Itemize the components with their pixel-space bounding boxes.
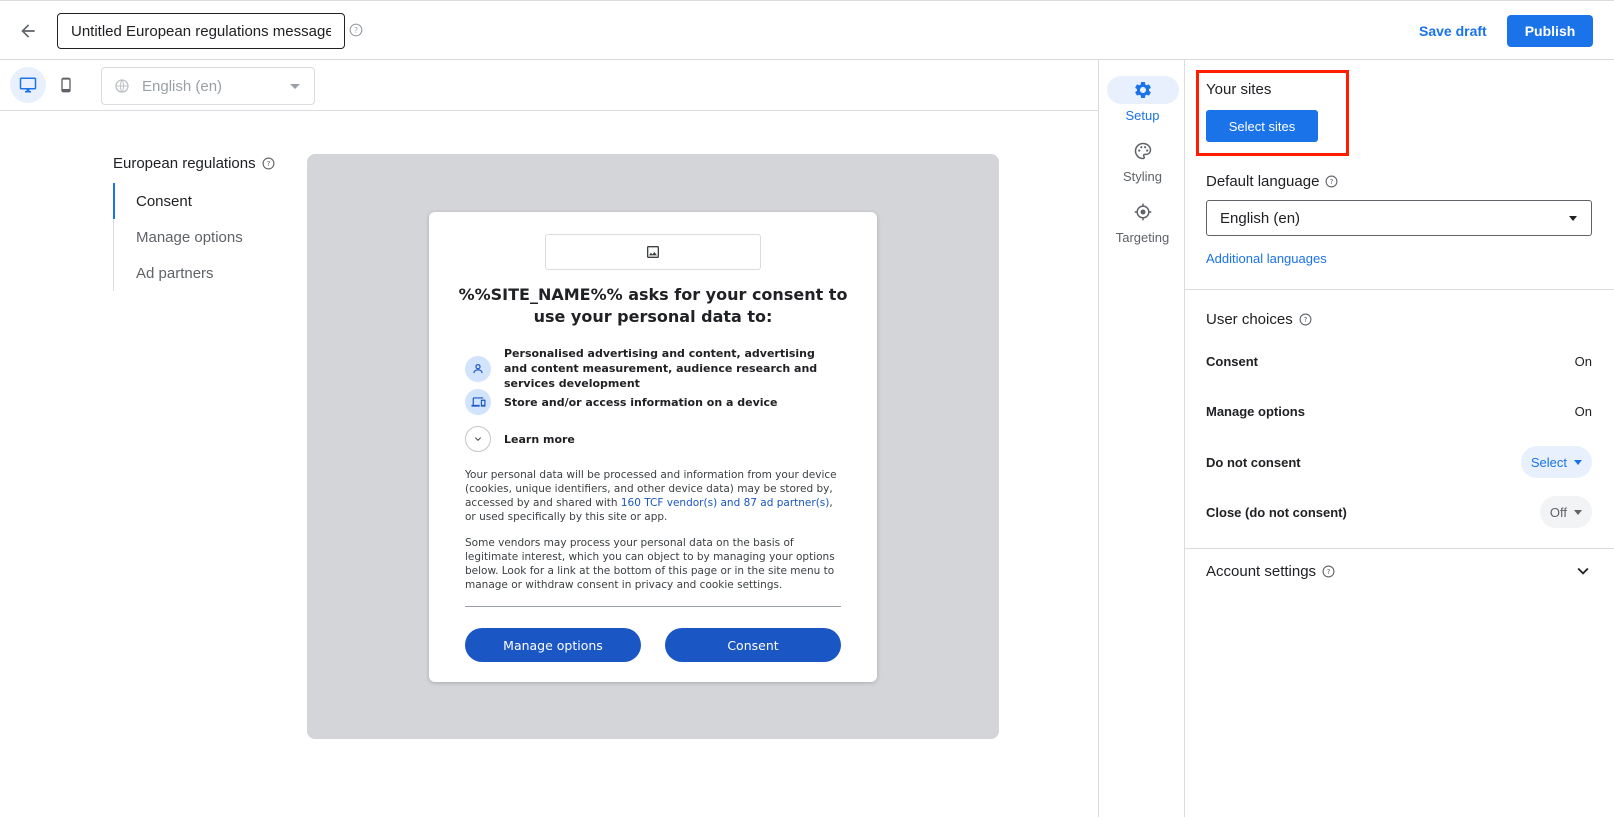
preview-language-select[interactable]: English (en) bbox=[101, 67, 315, 105]
purpose-text: Store and/or access information on a dev… bbox=[504, 395, 778, 409]
top-bar: ? Save draft Publish bbox=[0, 0, 1614, 60]
choice-label: Consent bbox=[1206, 353, 1258, 369]
default-language-title: Default language ? bbox=[1206, 173, 1338, 190]
left-nav-item-manage-options[interactable]: Manage options bbox=[114, 219, 293, 255]
choice-value: Off bbox=[1549, 504, 1567, 520]
learn-more-toggle[interactable]: Learn more bbox=[465, 426, 834, 452]
choice-row-manage-options: Manage options On bbox=[1206, 395, 1592, 427]
choice-value: Select bbox=[1530, 454, 1567, 470]
preview-language-value: English (en) bbox=[142, 77, 223, 95]
save-draft-button[interactable]: Save draft bbox=[1405, 15, 1501, 47]
purpose-item: Store and/or access information on a dev… bbox=[465, 389, 834, 415]
preview-toolbar: English (en) bbox=[0, 60, 1098, 111]
left-nav: Consent Manage options Ad partners bbox=[113, 183, 293, 291]
left-nav-item-consent[interactable]: Consent bbox=[113, 183, 293, 219]
choice-row-consent: Consent On bbox=[1206, 345, 1592, 377]
mobile-preview-button[interactable] bbox=[48, 67, 84, 103]
rail-item-label: Styling bbox=[1122, 169, 1163, 184]
divider bbox=[465, 606, 841, 607]
rail-item-setup[interactable]: Setup bbox=[1099, 76, 1186, 123]
rail-item-label: Targeting bbox=[1115, 230, 1170, 245]
target-icon bbox=[1107, 198, 1179, 226]
choice-value: On bbox=[1574, 353, 1592, 369]
message-title-input[interactable] bbox=[57, 13, 345, 49]
learn-more-text: Learn more bbox=[504, 432, 575, 446]
rail-item-label: Setup bbox=[1125, 108, 1160, 123]
help-icon[interactable]: ? bbox=[349, 23, 363, 42]
mobile-icon bbox=[61, 77, 71, 93]
rail-item-styling[interactable]: Styling bbox=[1099, 137, 1186, 184]
user-choices-title-text: User choices bbox=[1206, 311, 1293, 328]
help-icon[interactable]: ? bbox=[1322, 565, 1335, 578]
svg-text:?: ? bbox=[1303, 315, 1307, 324]
default-language-value: English (en) bbox=[1220, 209, 1301, 227]
person-icon bbox=[465, 355, 491, 382]
choice-label: Do not consent bbox=[1206, 454, 1301, 470]
choice-value: On bbox=[1574, 403, 1592, 419]
choice-label: Close (do not consent) bbox=[1206, 504, 1347, 520]
purpose-item: Personalised advertising and content, ad… bbox=[465, 346, 834, 391]
globe-icon bbox=[115, 79, 129, 93]
choice-row-close: Close (do not consent) Off bbox=[1206, 496, 1592, 528]
dialog-paragraph: Your personal data will be processed and… bbox=[465, 468, 841, 524]
consent-dialog: %%SITE_NAME%% asks for your consent to u… bbox=[429, 212, 877, 682]
purpose-text: Personalised advertising and content, ad… bbox=[504, 347, 818, 390]
chevron-down-icon[interactable] bbox=[1572, 560, 1594, 587]
select-sites-button[interactable]: Select sites bbox=[1206, 110, 1318, 142]
desktop-icon bbox=[19, 77, 37, 93]
your-sites-title: Your sites bbox=[1206, 81, 1272, 98]
gear-icon bbox=[1106, 76, 1179, 104]
chevron-down-icon bbox=[1574, 509, 1582, 515]
settings-panel: Your sites Select sites Default language… bbox=[1185, 60, 1614, 817]
dialog-heading: %%SITE_NAME%% asks for your consent to u… bbox=[458, 285, 848, 326]
help-icon[interactable]: ? bbox=[1299, 313, 1312, 326]
default-language-title-text: Default language bbox=[1206, 173, 1320, 190]
svg-text:?: ? bbox=[354, 26, 358, 35]
publish-button[interactable]: Publish bbox=[1507, 15, 1593, 47]
vendors-link[interactable]: 160 TCF vendor(s) and 87 ad partner(s) bbox=[621, 497, 829, 509]
rail-item-targeting[interactable]: Targeting bbox=[1099, 198, 1186, 245]
default-language-select[interactable]: English (en) bbox=[1206, 200, 1592, 236]
left-nav-item-ad-partners[interactable]: Ad partners bbox=[114, 255, 293, 291]
choice-row-do-not-consent: Do not consent Select bbox=[1206, 446, 1592, 478]
devices-icon bbox=[465, 389, 491, 415]
left-nav-title: European regulations ? bbox=[113, 155, 275, 172]
help-icon[interactable]: ? bbox=[1325, 175, 1338, 188]
palette-icon bbox=[1107, 137, 1179, 165]
do-not-consent-select[interactable]: Select bbox=[1520, 446, 1592, 478]
svg-text:?: ? bbox=[266, 159, 270, 168]
svg-text:?: ? bbox=[1327, 567, 1331, 576]
desktop-preview-button[interactable] bbox=[10, 67, 46, 103]
divider bbox=[1185, 289, 1614, 290]
divider bbox=[1185, 548, 1614, 549]
account-settings-title-text: Account settings bbox=[1206, 563, 1317, 580]
site-logo-placeholder bbox=[545, 234, 761, 270]
chevron-down-icon bbox=[290, 84, 300, 89]
chevron-down-icon bbox=[1569, 216, 1577, 221]
dialog-paragraph: Some vendors may process your personal d… bbox=[465, 537, 835, 591]
svg-text:?: ? bbox=[1330, 177, 1334, 186]
additional-languages-link[interactable]: Additional languages bbox=[1206, 251, 1327, 266]
user-choices-title: User choices ? bbox=[1206, 311, 1312, 328]
back-arrow-icon[interactable] bbox=[14, 17, 42, 45]
image-icon bbox=[647, 246, 659, 258]
account-settings-title[interactable]: Account settings ? bbox=[1206, 563, 1335, 580]
left-nav-title-text: European regulations bbox=[113, 155, 256, 172]
consent-button[interactable]: Consent bbox=[665, 628, 841, 662]
help-icon[interactable]: ? bbox=[262, 157, 275, 170]
chevron-down-icon bbox=[1574, 459, 1582, 465]
chevron-down-icon bbox=[465, 426, 491, 452]
side-rail: Setup Styling Targeting bbox=[1098, 60, 1185, 817]
close-option-select[interactable]: Off bbox=[1539, 496, 1592, 528]
message-preview: %%SITE_NAME%% asks for your consent to u… bbox=[307, 154, 999, 739]
manage-options-button[interactable]: Manage options bbox=[465, 628, 641, 662]
choice-label: Manage options bbox=[1206, 403, 1305, 419]
